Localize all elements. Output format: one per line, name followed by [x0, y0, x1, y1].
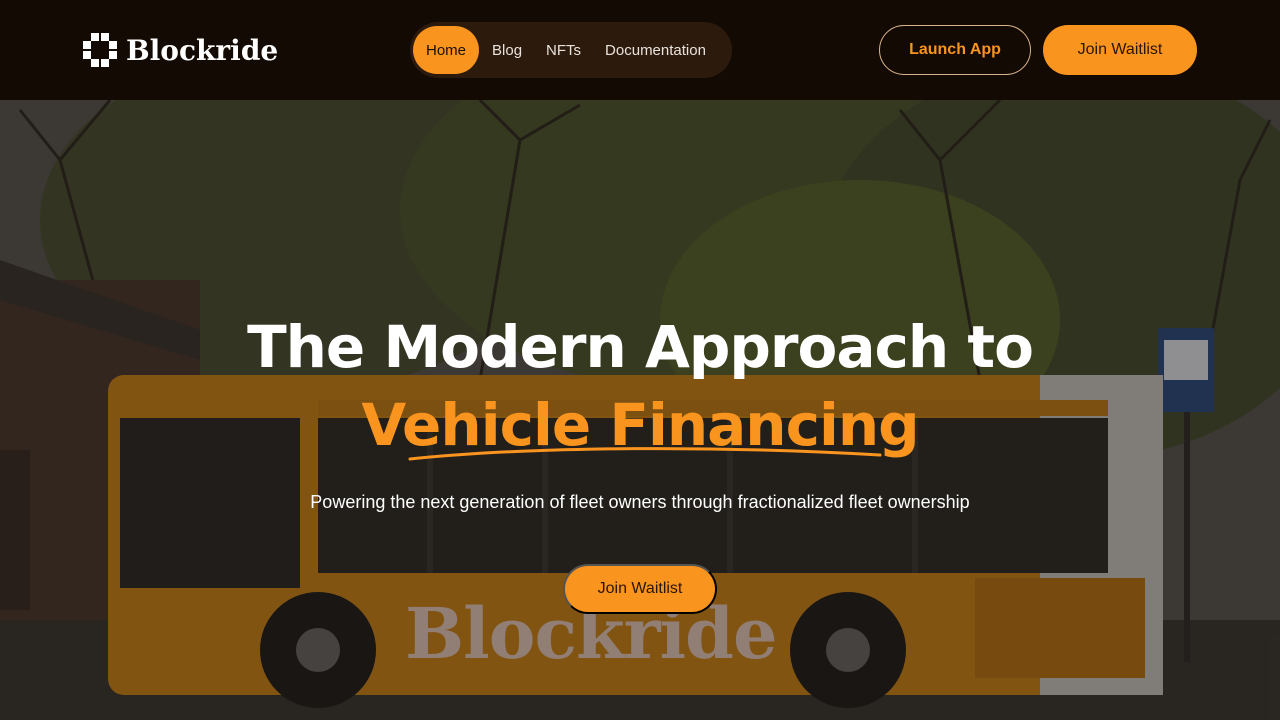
hero-section: Blockride The Modern Approach to Vehicle…: [0, 100, 1280, 720]
nav-item-documentation[interactable]: Documentation: [594, 26, 717, 74]
main-nav: Home Blog NFTs Documentation: [410, 22, 732, 78]
nav-item-blog[interactable]: Blog: [481, 26, 533, 74]
pixel-cross-logo-icon: [82, 32, 118, 68]
hero-title: The Modern Approach to: [247, 313, 1034, 381]
launch-app-button[interactable]: Launch App: [879, 25, 1031, 75]
nav-item-home[interactable]: Home: [413, 26, 480, 74]
site-header: Blockride Home Blog NFTs Documentation L…: [0, 0, 1280, 100]
logo-text: Blockride: [126, 33, 279, 67]
header-join-waitlist-button[interactable]: Join Waitlist: [1043, 25, 1197, 75]
nav-item-nfts[interactable]: NFTs: [535, 26, 592, 74]
title-underline-decoration: [408, 447, 882, 461]
hero-join-waitlist-button[interactable]: Join Waitlist: [563, 564, 717, 614]
logo[interactable]: Blockride: [82, 32, 278, 68]
hero-subtitle: Powering the next generation of fleet ow…: [310, 492, 970, 512]
